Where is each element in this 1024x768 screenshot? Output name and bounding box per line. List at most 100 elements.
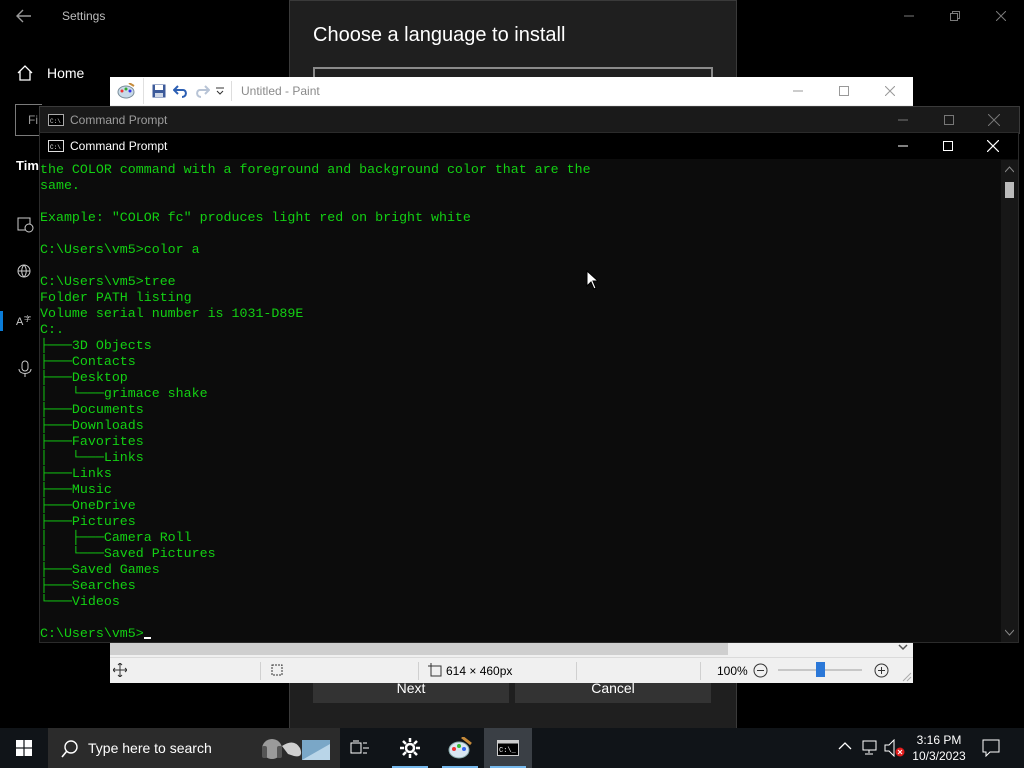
terminal-line: same.: [40, 178, 80, 193]
cmd-vertical-scrollbar[interactable]: [1001, 160, 1018, 642]
language-icon[interactable]: A字: [16, 312, 34, 330]
terminal-line: │ └───grimace shake: [40, 386, 208, 401]
cmd-back-app-icon: C:\: [48, 114, 64, 126]
terminal-line: Folder PATH listing: [40, 290, 192, 305]
volume-muted-icon[interactable]: [884, 739, 906, 757]
canvas-size-text: 614 × 460px: [446, 664, 513, 678]
terminal-line: ├───OneDrive: [40, 498, 136, 513]
selected-nav-indicator: [0, 311, 3, 331]
paint-app-icon: [117, 83, 135, 99]
search-highlight-image-icon: [260, 734, 332, 764]
cursor-position-icon: [113, 663, 127, 677]
settings-restore-button[interactable]: [932, 0, 978, 32]
settings-close-button[interactable]: [978, 0, 1024, 32]
resize-grip-icon[interactable]: [902, 672, 912, 682]
dialog-heading: Choose a language to install: [313, 24, 566, 46]
terminal-line: │ ├───Camera Roll: [40, 530, 192, 545]
zoom-level-text: 100%: [717, 664, 748, 678]
section-heading: Tim: [16, 158, 39, 173]
cmd-app-icon: C:\: [48, 140, 64, 152]
terminal-line: ├───Contacts: [40, 354, 136, 369]
cmd-titlebar: C:\ Command Prompt: [40, 133, 1018, 159]
network-icon[interactable]: [862, 740, 880, 756]
scroll-down-arrow-icon[interactable]: [1005, 629, 1014, 636]
command-prompt-window[interactable]: C:\ Command Prompt the COLOR command wit…: [39, 132, 1019, 643]
canvas-size-icon: [428, 663, 442, 677]
svg-text:C:\: C:\: [50, 144, 61, 151]
show-hidden-icons-chevron-icon[interactable]: [838, 741, 852, 751]
start-button[interactable]: [0, 728, 48, 768]
taskbar-settings-app[interactable]: [386, 728, 434, 768]
svg-text:C:\_: C:\_: [499, 747, 517, 755]
settings-title: Settings: [62, 9, 106, 23]
paint-maximize-button[interactable]: [821, 77, 867, 105]
paint-minimize-button[interactable]: [775, 77, 821, 105]
cmd-maximize-button[interactable]: [925, 130, 971, 162]
zoom-out-button[interactable]: [753, 663, 768, 678]
home-icon: [16, 64, 34, 82]
undo-icon[interactable]: [173, 84, 189, 98]
terminal-line: ├───Desktop: [40, 370, 128, 385]
cmd-minimize-button[interactable]: [880, 130, 926, 162]
terminal-line: ├───3D Objects: [40, 338, 152, 353]
search-icon: [61, 740, 79, 758]
selection-size-icon: [270, 663, 284, 677]
mouse-pointer-icon: [586, 270, 598, 290]
terminal-line: C:\Users\vm5>tree: [40, 274, 176, 289]
cmd-back-titlebar: C:\ Command Prompt: [40, 107, 1019, 133]
settings-minimize-button[interactable]: [886, 0, 932, 32]
home-nav-item[interactable]: Home: [47, 65, 84, 81]
terminal-line: ├───Downloads: [40, 418, 144, 433]
taskbar-clock[interactable]: 3:16 PM 10/3/2023: [906, 732, 972, 764]
taskbar-search-box[interactable]: Type here to search: [48, 728, 340, 768]
terminal-line: Volume serial number is 1031-D89E: [40, 306, 304, 321]
customize-toolbar-icon[interactable]: [216, 87, 224, 95]
cmd-back-title: Command Prompt: [70, 113, 168, 127]
terminal-line: ├───Favorites: [40, 434, 144, 449]
search-placeholder: Type here to search: [88, 740, 212, 756]
notifications-icon[interactable]: [982, 739, 1000, 757]
terminal-line: └───Videos: [40, 594, 120, 609]
terminal-line: ├───Searches: [40, 578, 136, 593]
terminal-line: C:.: [40, 322, 64, 337]
clock-time: 3:16 PM: [916, 733, 962, 747]
terminal-cursor: [143, 637, 151, 639]
scrollbar-thumb[interactable]: [110, 643, 728, 655]
microphone-icon[interactable]: [16, 360, 34, 378]
taskbar-cmd-app[interactable]: C:\_: [484, 728, 532, 768]
cmd-close-button[interactable]: [970, 130, 1016, 162]
cmd-title: Command Prompt: [70, 139, 168, 153]
scroll-up-arrow-icon[interactable]: [1005, 166, 1014, 173]
terminal-line: ├───Music: [40, 482, 112, 497]
find-setting-input[interactable]: Fi: [15, 104, 42, 136]
terminal-line: C:\Users\vm5>color a: [40, 242, 200, 257]
task-view-button[interactable]: [336, 728, 384, 768]
title-divider: [231, 81, 232, 101]
terminal-line: ├───Saved Games: [40, 562, 160, 577]
paint-close-button[interactable]: [867, 77, 913, 105]
paint-status-bar: 614 × 460px 100%: [110, 657, 913, 683]
paint-titlebar: Untitled - Paint: [110, 77, 913, 105]
scroll-down-arrow-icon[interactable]: [898, 642, 908, 652]
globe-language-icon[interactable]: [16, 263, 34, 281]
cmd-scrollbar-thumb[interactable]: [1005, 182, 1014, 198]
terminal-output[interactable]: the COLOR command with a foreground and …: [40, 162, 1000, 642]
redo-icon[interactable]: [194, 84, 210, 98]
taskbar: Type here to search C:\_ 3:16 PM 10/3/20…: [0, 728, 1024, 768]
zoom-in-button[interactable]: [874, 663, 889, 678]
clock-date: 10/3/2023: [912, 749, 966, 763]
back-arrow-icon[interactable]: [15, 8, 33, 24]
paint-title: Untitled - Paint: [241, 84, 320, 98]
svg-text:字: 字: [24, 314, 31, 323]
save-icon[interactable]: [152, 84, 166, 98]
taskbar-paint-app[interactable]: [436, 728, 484, 768]
zoom-slider-thumb[interactable]: [815, 662, 825, 677]
command-prompt-window-back: C:\ Command Prompt: [39, 106, 1020, 134]
terminal-line: ├───Links: [40, 466, 112, 481]
calendar-clock-icon[interactable]: [16, 215, 34, 233]
terminal-line: │ └───Saved Pictures: [40, 546, 216, 561]
terminal-line: ├───Pictures: [40, 514, 136, 529]
